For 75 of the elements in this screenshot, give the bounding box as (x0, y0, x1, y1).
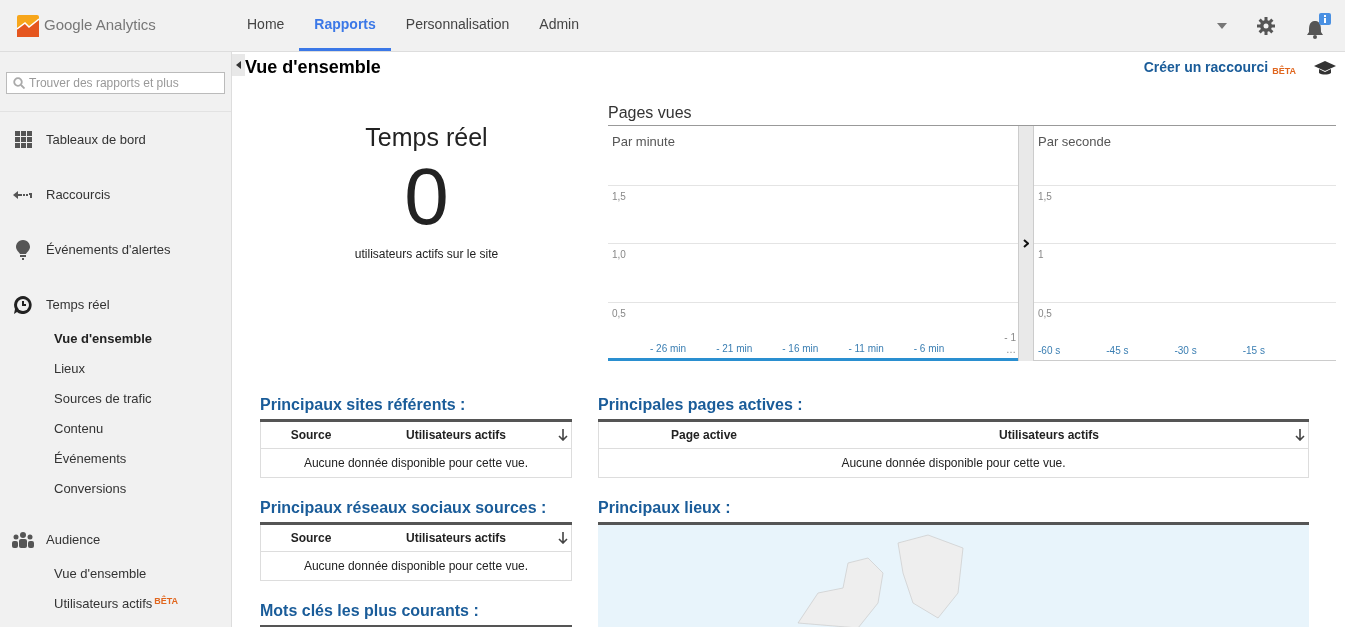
sort-arrow-icon[interactable] (558, 532, 568, 544)
sidebar-subitem[interactable]: Vue d'ensemble (54, 564, 147, 584)
chart-subtitle: Par seconde (1038, 134, 1111, 149)
beta-label: BÊTA (154, 595, 179, 608)
sidebar-subitem[interactable]: Lieux (54, 359, 86, 379)
chevron-right-icon (1023, 239, 1029, 248)
settings-icon[interactable] (1257, 16, 1275, 35)
x-axis-label: - 26 min (650, 342, 687, 356)
collapse-sidebar-button[interactable] (232, 54, 245, 76)
sidebar-item[interactable]: Temps réel (46, 294, 110, 315)
x-axis-label: -15 s (1242, 344, 1265, 358)
sidebar-item[interactable]: Raccourcis (46, 184, 111, 205)
dropdown-caret-icon[interactable] (1217, 22, 1227, 29)
column-header[interactable]: Utilisateurs actifs (361, 426, 551, 444)
x-axis-label: - 11 min (848, 342, 884, 356)
page-title: Vue d'ensemble (245, 56, 381, 79)
y-axis-label: 0,5 (1037, 307, 1052, 321)
sidebar-item[interactable]: Audience (46, 529, 101, 550)
active-users-caption: utilisateurs actifs sur le site (354, 245, 499, 263)
column-header[interactable]: Source (261, 426, 361, 444)
create-shortcut-link[interactable]: Créer un raccourci (1143, 57, 1269, 78)
search-icon (13, 77, 25, 89)
column-header[interactable]: Utilisateurs actifs (809, 426, 1289, 444)
x-axis-label: -60 s (1038, 344, 1061, 358)
y-axis-label: 1,0 (611, 248, 626, 262)
caret-icon (236, 61, 241, 69)
graduation-cap-icon[interactable] (1314, 60, 1336, 75)
sidebar-item[interactable]: Événements d'alertes (46, 239, 171, 260)
y-axis-label: 1 (1037, 248, 1044, 262)
sort-arrow-icon[interactable] (1295, 429, 1305, 441)
column-header[interactable]: Source (261, 529, 361, 547)
realtime-title: Temps réel (365, 122, 488, 153)
sidebar-subitem[interactable]: Événements (54, 449, 127, 469)
sidebar-subitem[interactable]: Vue d'ensemble (54, 329, 152, 349)
sidebar-subitem[interactable]: Sources de trafic (54, 389, 152, 409)
y-axis-label: 1,5 (1037, 190, 1052, 204)
x-axis-label: - 16 min (782, 342, 819, 356)
x-axis-label: -45 s (1106, 344, 1129, 358)
search-field[interactable]: Trouver des rapports et plus (6, 72, 225, 94)
sidebar-subitem[interactable]: Utilisateurs actifs (54, 594, 153, 614)
active-users-count: 0 (404, 156, 449, 237)
sort-arrow-icon[interactable] (558, 429, 568, 441)
y-axis-label: 1,5 (611, 190, 626, 204)
arrow-icon (13, 189, 33, 200)
section-title: Mots clés les plus courants : (260, 599, 572, 627)
nav-tab[interactable]: Home (232, 0, 300, 51)
sidebar-item[interactable]: Tableaux de bord (46, 129, 146, 150)
x-axis-label: - 21 min (716, 342, 753, 356)
notification-bell-icon[interactable] (1305, 12, 1331, 39)
chart-title: Pages vues (608, 103, 692, 123)
x-axis-label: - 1 … (1003, 332, 1016, 356)
grid-icon (14, 131, 32, 148)
column-header[interactable]: Utilisateurs actifs (361, 529, 551, 547)
nav-tab[interactable]: Personnalisation (390, 0, 525, 51)
empty-message: Aucune donnée disponible pour cette vue. (303, 558, 529, 575)
clock-icon (13, 294, 33, 315)
section-title: Principaux réseaux sociaux sources : (260, 496, 572, 525)
analytics-logo-icon[interactable] (17, 14, 39, 37)
column-header[interactable]: Page active (599, 426, 809, 444)
empty-message: Aucune donnée disponible pour cette vue. (303, 455, 529, 472)
people-icon (12, 531, 34, 548)
beta-label: BÊTA (1272, 64, 1296, 78)
x-axis-label: - 6 min (913, 342, 945, 356)
nav-tab[interactable]: Rapports (299, 0, 391, 51)
empty-message: Aucune donnée disponible pour cette vue. (841, 455, 1066, 472)
product-name: Google Analytics (44, 15, 156, 36)
sidebar-subitem[interactable]: Contenu (54, 419, 104, 439)
chart-subtitle: Par minute (612, 134, 675, 149)
sidebar-subitem[interactable]: Conversions (54, 479, 127, 499)
y-axis-label: 0,5 (611, 307, 626, 321)
lightbulb-icon (16, 239, 30, 260)
x-axis-label: -30 s (1174, 344, 1197, 358)
nav-tab[interactable]: Admin (524, 0, 594, 51)
section-title: Principales pages actives : (598, 393, 1309, 422)
section-title: Principaux sites référents : (260, 393, 572, 422)
